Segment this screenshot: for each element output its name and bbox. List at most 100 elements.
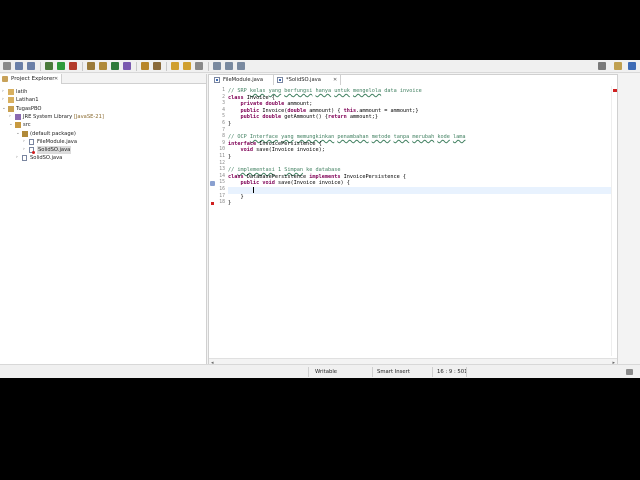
error-marker-icon[interactable] (210, 201, 215, 207)
java-file-icon (22, 155, 27, 162)
chevron-right-icon[interactable]: › (2, 96, 7, 104)
code-line[interactable]: // SRP kelas yang berfungsi hanya untuk … (228, 88, 422, 95)
tree-item[interactable]: › JRE System Library [JavaSE-21] (0, 113, 205, 121)
right-trim-stack (620, 74, 640, 368)
tree-item[interactable]: ⌄ TugasPBO (0, 105, 205, 113)
code-line[interactable]: void save(Invoice invoice); (228, 147, 325, 154)
editor-tab[interactable]: FileModule.java (212, 75, 274, 85)
run-icon[interactable] (57, 62, 65, 70)
project-folder-icon (8, 97, 14, 104)
tree-item-label: TugasPBO (16, 105, 42, 113)
search-icon[interactable] (153, 62, 161, 70)
editor-text-area[interactable]: 1 2 3 4 5 6 7 8 9 10 11 12 13 14 15 16 17 18 // SRP kelas… (209, 86, 617, 356)
status-cursor-position[interactable]: 16 : 9 : 501 (437, 368, 468, 376)
open-perspective-icon[interactable] (614, 62, 622, 70)
tree-item-label: FileModule.java (37, 138, 77, 146)
open-type-icon[interactable] (141, 62, 149, 70)
tree-item[interactable]: › FileModule.java (0, 138, 205, 146)
java-project-icon (8, 105, 14, 112)
tree-item-name: (default package) (30, 130, 76, 137)
editor-tab[interactable]: *SolidSO.java ✕ (275, 75, 341, 85)
status-separator (372, 367, 373, 377)
back-icon[interactable] (213, 62, 221, 70)
code-line[interactable]: class Invoice { (228, 95, 275, 102)
pin-editor-icon[interactable] (195, 62, 203, 70)
package-icon (22, 130, 28, 137)
chevron-right-icon[interactable]: › (2, 88, 7, 96)
tree-item-label: src (23, 121, 31, 129)
tree-item[interactable]: › latih (0, 88, 205, 96)
project-folder-icon (8, 89, 14, 95)
new-java-project-icon[interactable] (87, 62, 95, 70)
code-line[interactable]: } (228, 200, 231, 207)
code-line[interactable]: } (228, 121, 231, 128)
new-icon[interactable] (3, 62, 11, 70)
prev-annotation-icon[interactable] (183, 62, 191, 70)
new-interface-icon[interactable] (123, 62, 131, 70)
code-line[interactable]: public double getAmmount() {return ammou… (228, 114, 378, 121)
external-tools-icon[interactable] (69, 62, 77, 70)
search-icon[interactable] (598, 62, 606, 70)
debug-icon[interactable] (45, 62, 53, 70)
line-number: 3 (222, 101, 225, 107)
code-line[interactable]: private double ammount; (228, 101, 313, 108)
tree-item-name: SolidSO.java (30, 155, 63, 162)
close-icon[interactable]: ✕ (333, 75, 337, 85)
save-icon[interactable] (15, 62, 23, 70)
project-explorer-view: Project Explorer ✕ › latih › Latihan1 ⌄ Tugas… (0, 74, 207, 368)
code-line[interactable]: } (228, 154, 231, 161)
code-line[interactable]: public Invoice(double ammount) { this.am… (228, 108, 419, 115)
tree-item[interactable]: › Latihan1 (0, 96, 205, 104)
code-line[interactable]: interface InvoicePersistence { (228, 141, 322, 148)
eclipse-window: Project Explorer ✕ › latih › Latihan1 ⌄ Tugas… (0, 60, 640, 378)
toolbar-separator (82, 62, 83, 71)
text-caret (253, 187, 254, 193)
tree-item[interactable]: ⌄ src (0, 121, 205, 129)
code-line[interactable]: // implementasi 1 Simpan ke database (228, 167, 340, 174)
chevron-down-icon[interactable]: ⌄ (2, 105, 7, 113)
error-overview-mark[interactable] (613, 89, 617, 92)
status-separator (466, 367, 467, 377)
tree-item[interactable]: › SolidSO.java (0, 146, 205, 155)
code-line[interactable]: // OCP Interface yang memungkinkan penam… (228, 134, 465, 141)
code-line[interactable] (228, 187, 616, 194)
forward-icon[interactable] (225, 62, 233, 70)
save-all-icon[interactable] (27, 62, 35, 70)
line-number: 10 (219, 147, 225, 153)
status-bar-menu-icon[interactable] (626, 369, 633, 375)
chevron-right-icon[interactable]: › (23, 146, 28, 154)
tree-item[interactable]: › SolidSO.java (0, 154, 205, 162)
code-line[interactable]: public void save(Invoice invoice) { (228, 180, 350, 187)
editor-tab-label: *SolidSO.java (286, 77, 321, 83)
tree-item-label: Latihan1 (16, 96, 39, 104)
new-class-icon[interactable] (111, 62, 119, 70)
close-icon[interactable]: ✕ (54, 74, 58, 84)
chevron-right-icon[interactable]: › (23, 138, 28, 146)
chevron-down-icon[interactable]: ⌄ (16, 130, 21, 138)
new-package-icon[interactable] (99, 62, 107, 70)
next-annotation-icon[interactable] (171, 62, 179, 70)
tree-item[interactable]: ⌄ (default package) (0, 130, 205, 138)
override-marker-icon[interactable] (210, 181, 215, 187)
line-number: 16 (219, 187, 225, 192)
status-insert-mode[interactable]: Smart Insert (377, 368, 410, 376)
line-number: 6 (222, 121, 225, 126)
chevron-right-icon[interactable]: › (9, 113, 14, 121)
code-line[interactable]: class DatabasePersistence implements Inv… (228, 174, 406, 181)
chevron-right-icon[interactable]: › (16, 154, 21, 162)
chevron-down-icon[interactable]: ⌄ (9, 121, 14, 129)
line-number: 5 (222, 114, 225, 120)
project-explorer-icon (2, 76, 8, 82)
toolbar-separator (40, 62, 41, 71)
tree-item-name: JRE System Library (23, 113, 73, 120)
java-file-icon (214, 77, 220, 83)
tab-project-explorer[interactable]: Project Explorer ✕ (0, 74, 62, 84)
tree-item-label: SolidSO.java (30, 154, 62, 162)
last-edit-icon[interactable] (237, 62, 245, 70)
java-perspective-icon[interactable] (628, 62, 636, 70)
main-toolbar (0, 60, 640, 73)
code-line[interactable]: } (228, 194, 243, 201)
tree-item-label: JRE System Library [JavaSE-21] (23, 113, 104, 121)
line-number: 1 (222, 88, 225, 93)
tab-project-explorer-label: Project Explorer (11, 76, 55, 82)
